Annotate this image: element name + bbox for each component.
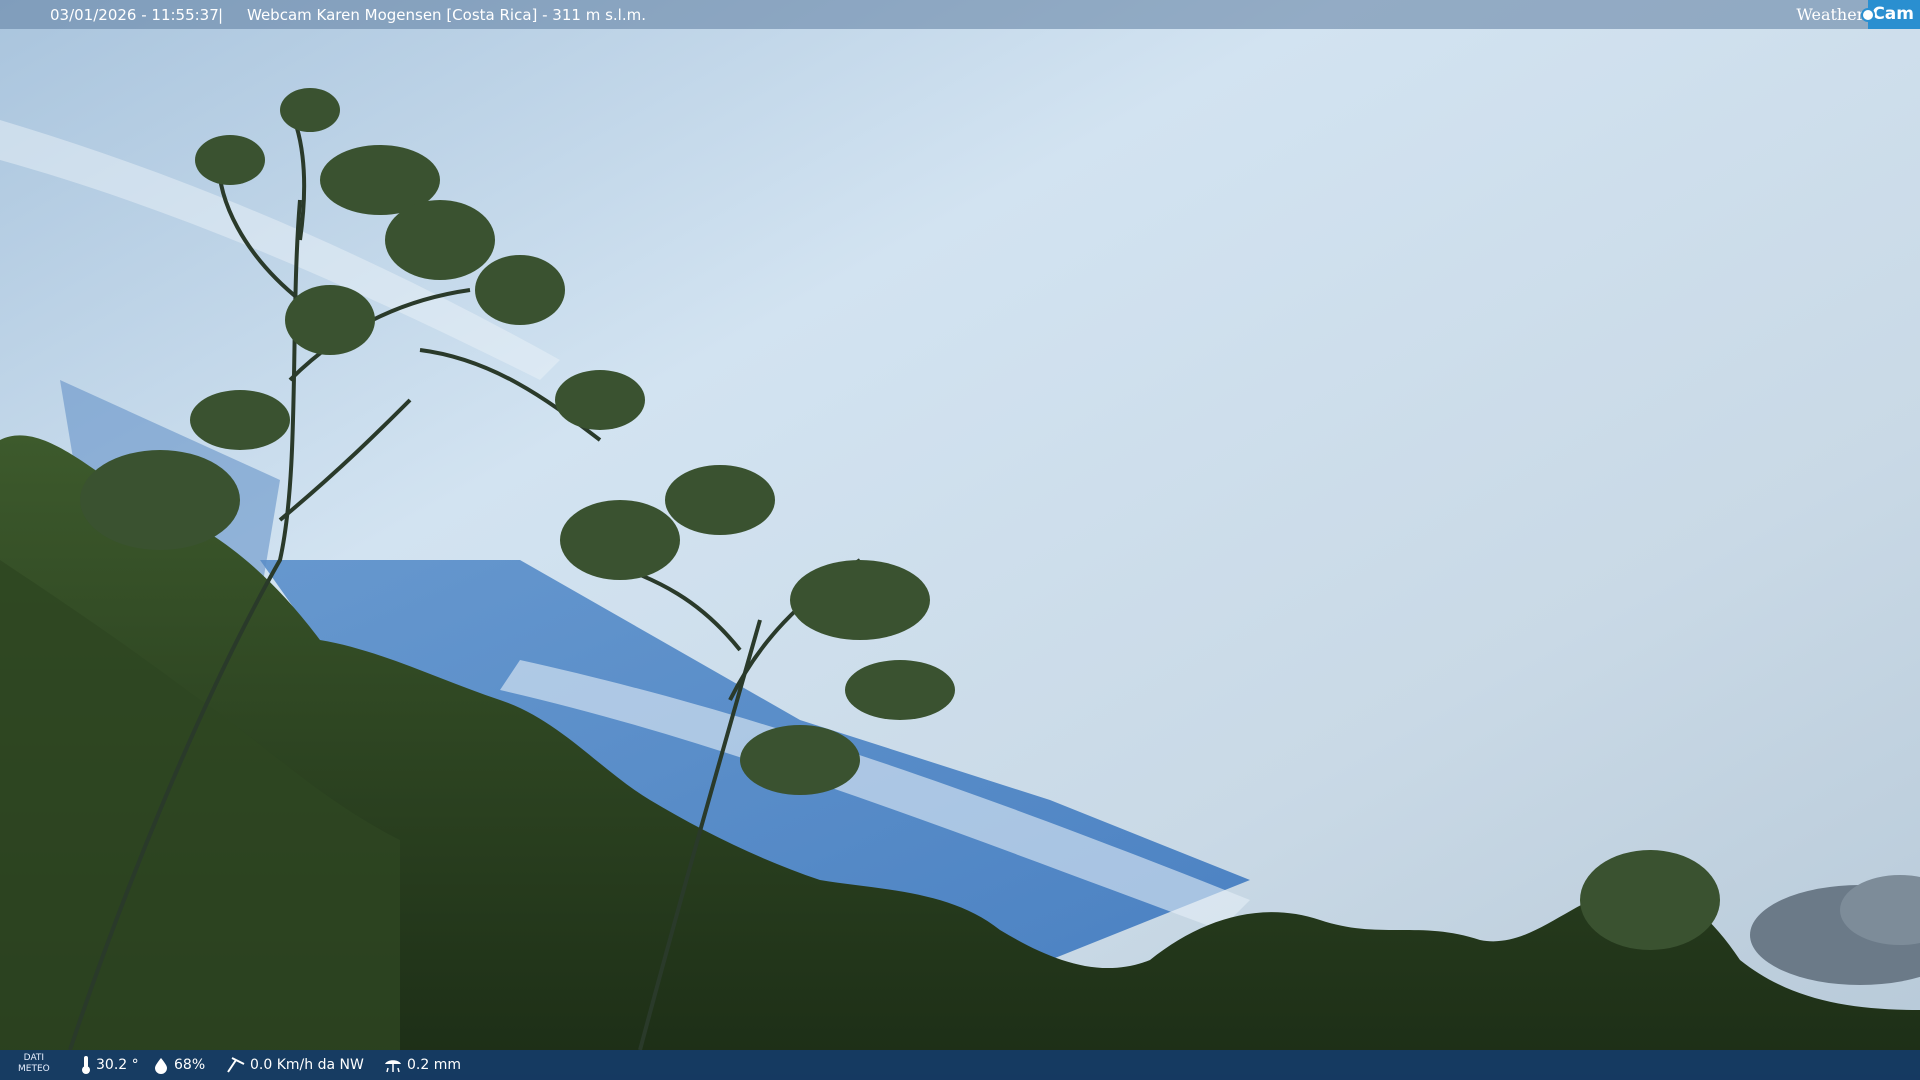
wind-reading: 0.0 Km/h da NW [226, 1050, 364, 1080]
humidity-value: 68% [174, 1057, 206, 1073]
weather-data-label: DATI METEO [18, 1053, 50, 1075]
temperature-value: 30.2 ° [96, 1057, 139, 1073]
weather-label-line1: DATI [23, 1053, 45, 1063]
timestamp: 03/01/2026 - 11:55:37 [50, 6, 219, 24]
humidity-drop-icon [155, 1058, 167, 1074]
rain-gauge-icon [385, 1060, 401, 1073]
logo-word-cam: Cam [1861, 0, 1920, 29]
logo-cam-text: Cam [1872, 4, 1914, 24]
logo-word-weather: Weather [1796, 5, 1865, 24]
rain-reading: 0.2 mm [383, 1050, 461, 1080]
wind-value: 0.0 Km/h da NW [250, 1057, 364, 1073]
humidity-reading: 68% [152, 1050, 205, 1080]
camera-title: Webcam Karen Mogensen [Costa Rica] - 311… [247, 6, 646, 24]
weathercam-logo[interactable]: Weather Cam [1790, 0, 1920, 29]
temperature-reading: 30.2 ° [80, 1050, 139, 1080]
rain-value: 0.2 mm [407, 1057, 461, 1073]
weather-data-bar: DATI METEO 30.2 ° 68% 0.0 Km/h da NW 0.2… [0, 1050, 1920, 1080]
wind-icon [227, 1057, 245, 1073]
header-separator: | [218, 6, 224, 24]
webcam-image [0, 0, 1920, 1080]
thermometer-icon [82, 1056, 90, 1074]
header-bar: 03/01/2026 - 11:55:37 | Webcam Karen Mog… [0, 0, 1920, 29]
weather-label-line2: METEO [18, 1064, 50, 1074]
